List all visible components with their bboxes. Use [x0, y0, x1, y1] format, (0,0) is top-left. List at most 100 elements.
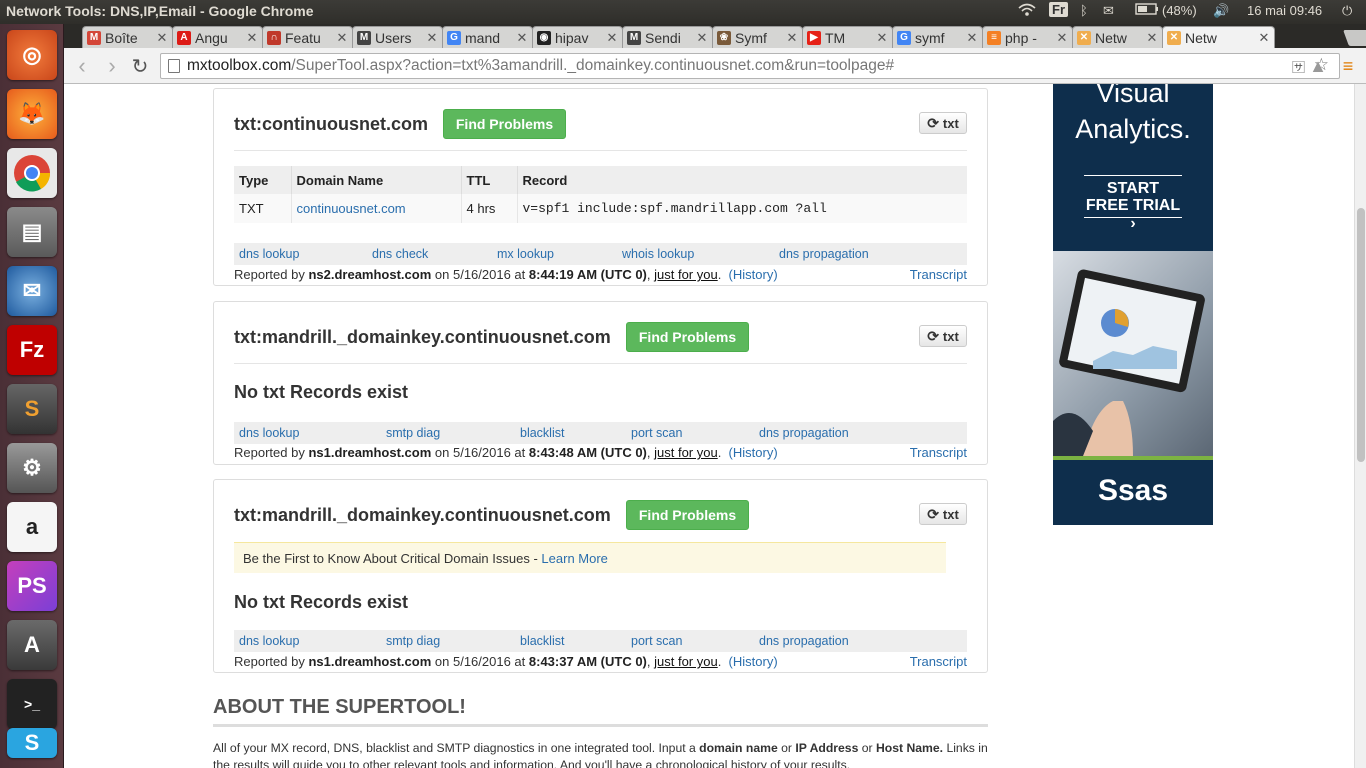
battery-percent: (48%): [1162, 3, 1197, 18]
sas-logo: Ssas: [1053, 460, 1213, 525]
system-settings-icon[interactable]: ⚙: [7, 443, 57, 493]
browser-tab[interactable]: ❀ Symf ✕: [712, 26, 803, 48]
refresh-txt-button[interactable]: ⟳ txt: [919, 325, 967, 347]
find-problems-button[interactable]: Find Problems: [626, 500, 749, 530]
whois-lookup-link[interactable]: whois lookup: [622, 247, 694, 261]
tab-close-icon[interactable]: ✕: [1055, 30, 1069, 46]
tab-close-icon[interactable]: ✕: [515, 30, 529, 46]
tab-close-icon[interactable]: ✕: [785, 30, 799, 46]
browser-tab[interactable]: ✕ Netw ✕: [1162, 26, 1275, 48]
dns-propagation-link[interactable]: dns propagation: [759, 634, 849, 648]
browser-tab[interactable]: M Users ✕: [352, 26, 443, 48]
page-scrollbar[interactable]: [1354, 84, 1366, 768]
browser-tab[interactable]: ◉ hipav ✕: [532, 26, 623, 48]
reported-server: ns1.dreamhost.com: [308, 445, 432, 460]
dns-check-link[interactable]: dns check: [372, 247, 428, 261]
tab-close-icon[interactable]: ✕: [425, 30, 439, 46]
browser-tab[interactable]: ∩ Featu ✕: [262, 26, 353, 48]
about-text: or: [861, 741, 873, 755]
browser-tab[interactable]: M Sendi ✕: [622, 26, 713, 48]
tab-close-icon[interactable]: ✕: [965, 30, 979, 46]
scrollbar-thumb[interactable]: [1357, 208, 1365, 462]
browser-tab[interactable]: A Angu ✕: [172, 26, 263, 48]
refresh-txt-button[interactable]: ⟳ txt: [919, 112, 967, 134]
reload-button[interactable]: ↻: [128, 54, 152, 78]
blacklist-link[interactable]: blacklist: [520, 634, 564, 648]
about-paragraph: All of your MX record, DNS, blacklist an…: [213, 740, 988, 768]
chrome-menu-icon[interactable]: ≡: [1336, 54, 1360, 78]
browser-tab[interactable]: M Boîte ✕: [82, 26, 173, 48]
dns-lookup-link[interactable]: dns lookup: [239, 634, 299, 648]
filezilla-icon[interactable]: Fz: [7, 325, 57, 375]
ubuntu-dash-icon[interactable]: ◎: [7, 30, 57, 80]
ad-headline-2: Analytics.: [1075, 114, 1191, 144]
amazon-icon[interactable]: a: [7, 502, 57, 552]
mx-lookup-link[interactable]: mx lookup: [497, 247, 554, 261]
browser-tab[interactable]: Gmand ✕: [442, 26, 533, 48]
tab-close-icon[interactable]: ✕: [605, 30, 619, 46]
dns-propagation-link[interactable]: dns propagation: [759, 426, 849, 440]
browser-tab[interactable]: ▶ TM ✕: [802, 26, 893, 48]
page-content: txt:continuousnet.com Find Problems ⟳ txt…: [64, 84, 1354, 768]
tab-close-icon[interactable]: ✕: [245, 30, 259, 46]
bluetooth-icon[interactable]: ᛒ: [1080, 3, 1088, 18]
transcript-link[interactable]: Transcript: [910, 445, 967, 460]
tab-close-icon[interactable]: ✕: [155, 30, 169, 46]
find-problems-button[interactable]: Find Problems: [626, 322, 749, 352]
domain-link[interactable]: continuousnet.com: [297, 201, 406, 216]
software-updater-icon[interactable]: A: [7, 620, 57, 670]
dns-propagation-link[interactable]: dns propagation: [779, 247, 869, 261]
chrome-icon[interactable]: [7, 148, 57, 198]
just-for-you-link[interactable]: just for you: [654, 445, 718, 460]
smtp-diag-link[interactable]: smtp diag: [386, 426, 440, 440]
browser-tab[interactable]: Gsymf ✕: [892, 26, 983, 48]
find-problems-button[interactable]: Find Problems: [443, 109, 566, 139]
tab-close-icon[interactable]: ✕: [695, 30, 709, 46]
reported-date: on 5/16/2016 at: [434, 267, 526, 282]
transcript-link[interactable]: Transcript: [910, 654, 967, 669]
tab-close-icon[interactable]: ✕: [1257, 30, 1271, 46]
history-link[interactable]: (History): [729, 654, 778, 669]
tab-close-icon[interactable]: ✕: [1145, 30, 1159, 46]
port-scan-link[interactable]: port scan: [631, 426, 682, 440]
new-tab-button[interactable]: [1343, 30, 1366, 46]
learn-more-link[interactable]: Learn More: [541, 551, 607, 566]
blacklist-link[interactable]: blacklist: [520, 426, 564, 440]
firefox-icon[interactable]: 🦊: [7, 89, 57, 139]
transcript-link[interactable]: Transcript: [910, 267, 967, 282]
just-for-you-link[interactable]: just for you: [654, 267, 718, 282]
mail-icon[interactable]: ✉: [1103, 3, 1114, 19]
forward-button[interactable]: ›: [100, 53, 124, 78]
smtp-diag-link[interactable]: smtp diag: [386, 634, 440, 648]
thunderbird-icon[interactable]: ✉: [7, 266, 57, 316]
browser-tab[interactable]: ✕ Netw ✕: [1072, 26, 1163, 48]
battery-icon[interactable]: [1135, 3, 1159, 18]
keyboard-layout-indicator[interactable]: Fr: [1049, 2, 1068, 17]
terminal-icon[interactable]: >_: [7, 679, 57, 729]
sas-advertisement[interactable]: Visual Analytics. START FREE TRIAL › Ssa…: [1053, 84, 1213, 525]
history-link[interactable]: (History): [729, 445, 778, 460]
translate-icon[interactable]: 🈂: [1292, 57, 1305, 76]
history-link[interactable]: (History): [729, 267, 778, 282]
clock[interactable]: 16 mai 09:46: [1247, 3, 1322, 18]
files-icon[interactable]: ▤: [7, 207, 57, 257]
about-divider: [213, 724, 988, 727]
tab-close-icon[interactable]: ✕: [875, 30, 889, 46]
angular-extension-icon[interactable]: ▲: [1306, 54, 1330, 78]
sublime-text-icon[interactable]: S: [7, 384, 57, 434]
volume-icon[interactable]: 🔊: [1213, 3, 1229, 19]
just-for-you-link[interactable]: just for you: [654, 654, 718, 669]
tab-close-icon[interactable]: ✕: [335, 30, 349, 46]
address-bar[interactable]: mxtoolbox.com/SuperTool.aspx?action=txt%…: [160, 53, 1340, 79]
phpstorm-icon[interactable]: PS: [7, 561, 57, 611]
skype-icon[interactable]: S: [7, 728, 57, 758]
result-panel: txt:continuousnet.com Find Problems ⟳ txt…: [213, 88, 988, 286]
port-scan-link[interactable]: port scan: [631, 634, 682, 648]
back-button[interactable]: ‹: [70, 53, 94, 78]
dns-lookup-link[interactable]: dns lookup: [239, 247, 299, 261]
wifi-icon[interactable]: [1018, 3, 1036, 20]
dns-lookup-link[interactable]: dns lookup: [239, 426, 299, 440]
power-icon[interactable]: ⏻: [1342, 3, 1352, 19]
browser-tab[interactable]: ≡ php - ✕: [982, 26, 1073, 48]
refresh-txt-button[interactable]: ⟳ txt: [919, 503, 967, 525]
